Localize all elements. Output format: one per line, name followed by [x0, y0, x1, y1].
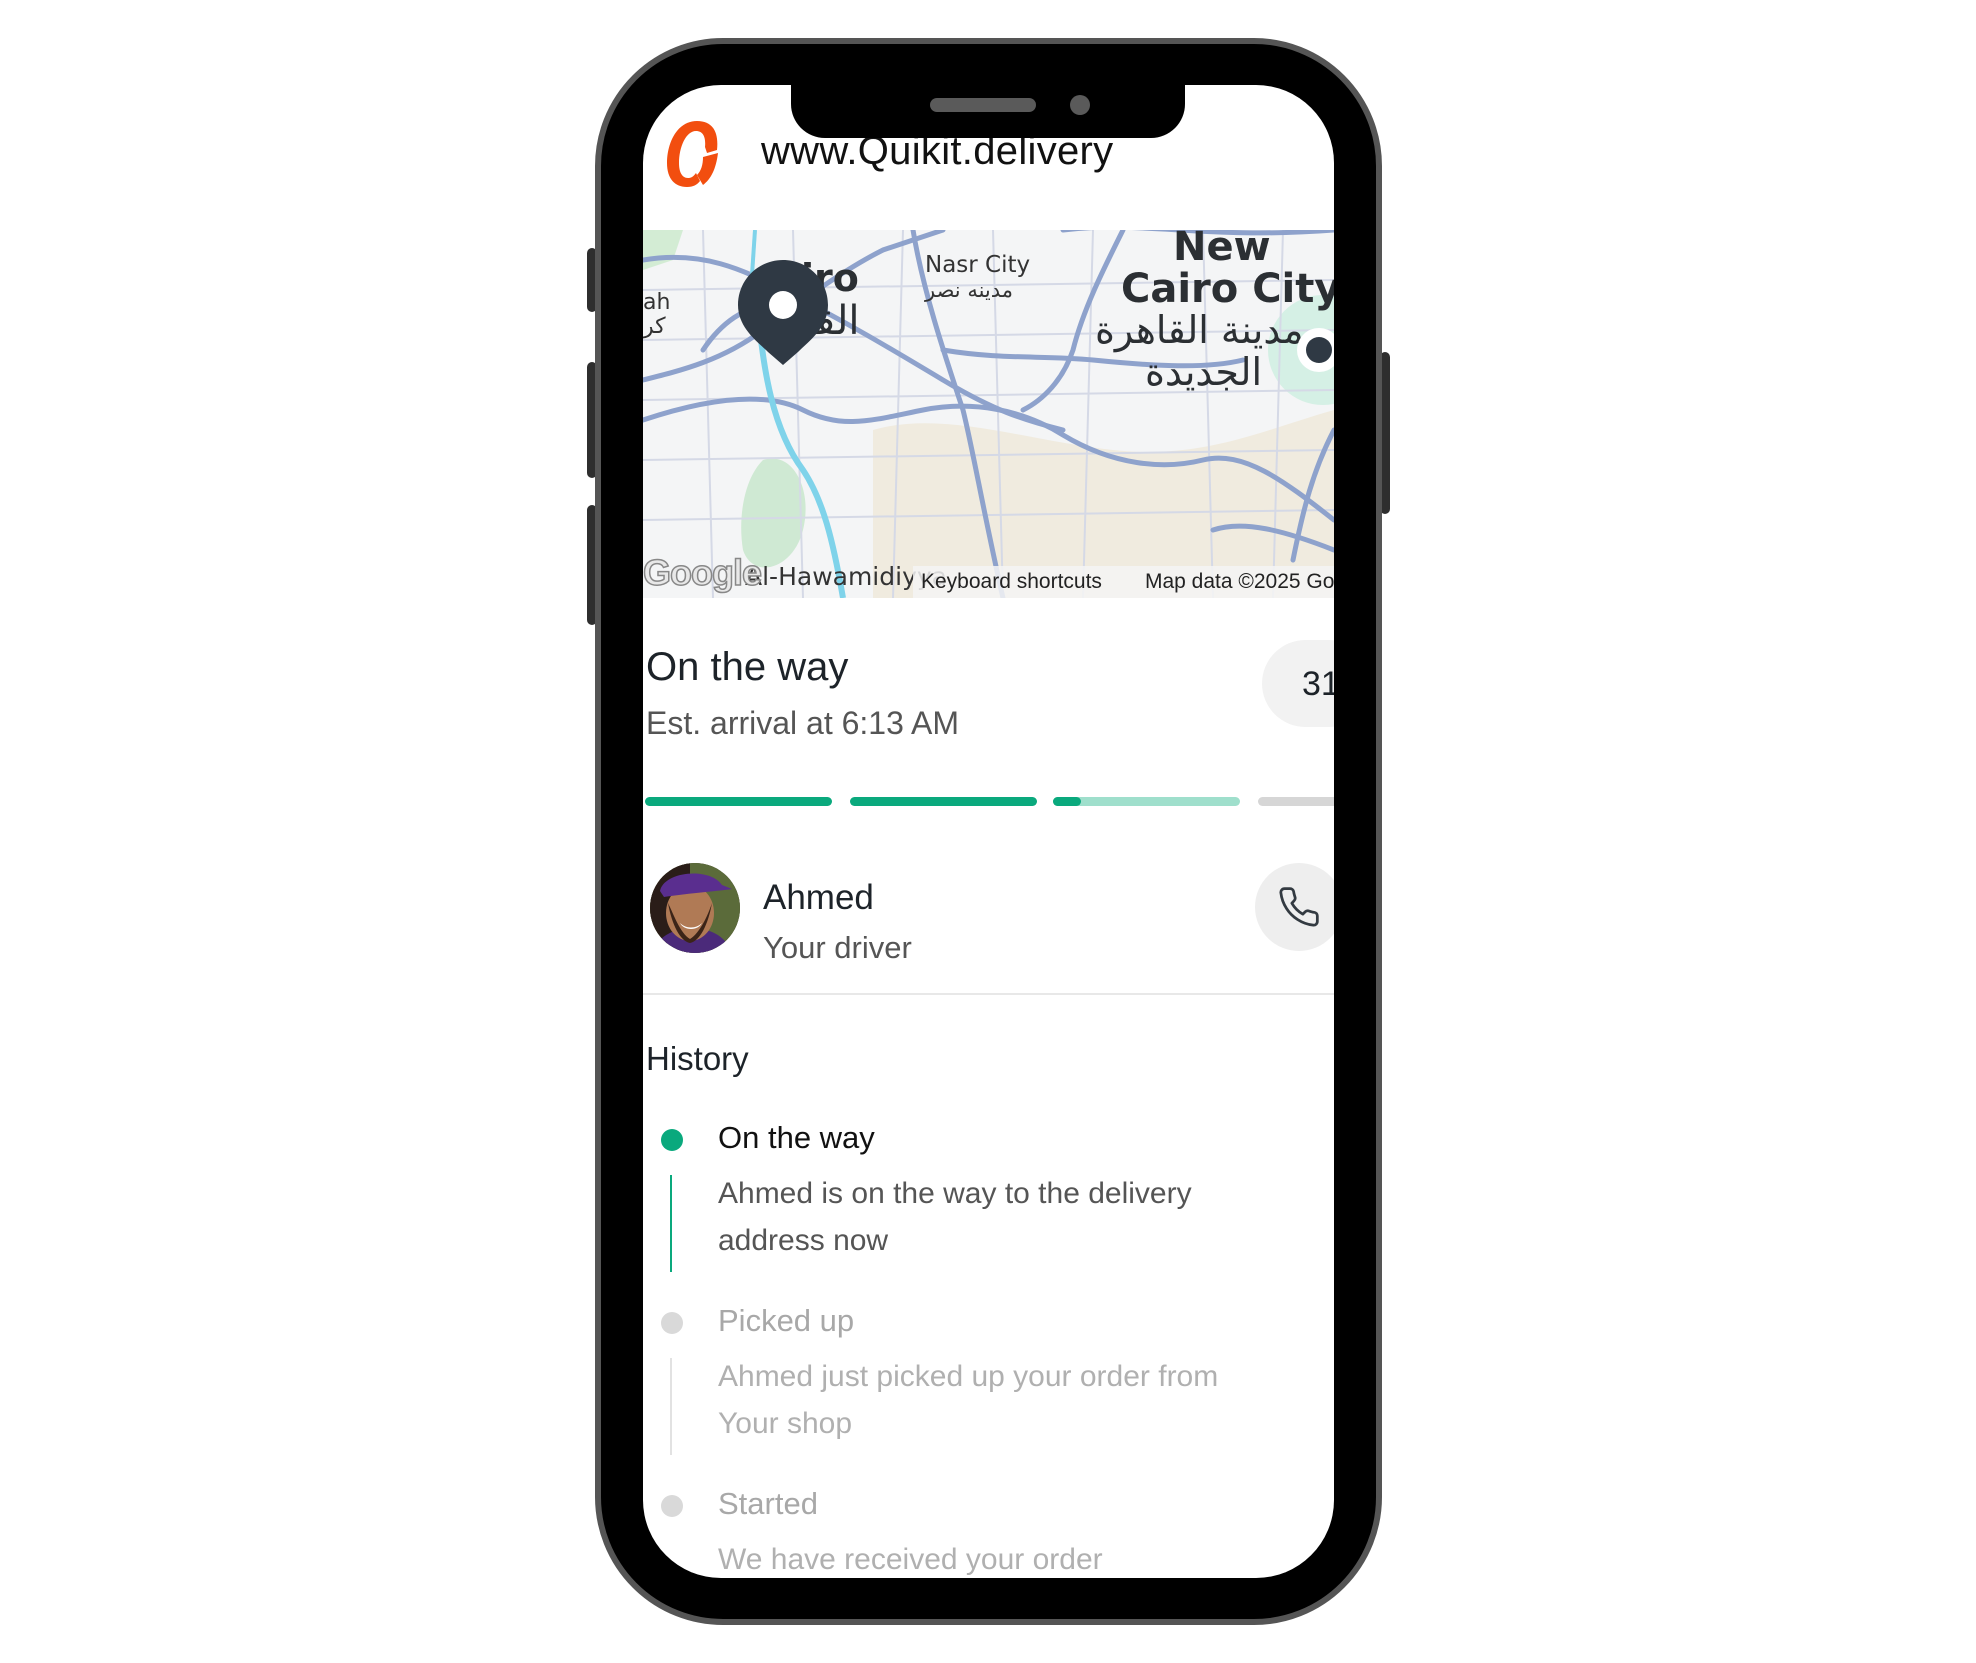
history-title: History [646, 1040, 749, 1077]
speaker-grille [930, 98, 1036, 112]
timeline-title-2: Picked up [718, 1303, 855, 1338]
driver-avatar [650, 863, 740, 953]
map-pin-icon[interactable] [738, 260, 828, 365]
timeline-desc-3: We have received your order [718, 1543, 1103, 1576]
delivery-status-title: On the way [646, 645, 849, 689]
driver-role: Your driver [763, 930, 912, 965]
eta-badge-value: 31 [1302, 665, 1334, 703]
timeline-line-2 [670, 1358, 672, 1455]
keyboard-shortcuts-link[interactable]: Keyboard shortcuts [921, 570, 1102, 594]
progress-segment-1 [645, 797, 832, 806]
map-label-new-cairo-1: New [1173, 230, 1271, 270]
timeline-title-1: On the way [718, 1120, 875, 1155]
timeline-dot-3 [661, 1495, 683, 1517]
map-data-attribution[interactable]: Map data ©2025 Go [1145, 570, 1334, 594]
phone-icon [1279, 887, 1319, 927]
phone-screen: www.Quikit.delivery ah كر iro Nasr City … [643, 85, 1334, 1578]
map-label-new-cairo-ar-2: الجديدة [1145, 350, 1263, 394]
phone-notch [791, 60, 1185, 138]
timeline-dot-1 [661, 1129, 683, 1151]
section-divider [643, 993, 1334, 995]
estimated-arrival: Est. arrival at 6:13 AM [646, 705, 960, 741]
destination-dot-icon[interactable] [1295, 326, 1334, 374]
map-label-new-cairo-2: Cairo City [1121, 266, 1334, 312]
progress-segment-3-fill [1053, 797, 1082, 806]
map-label-nasr-city-en: Nasr City [925, 252, 1031, 278]
driver-name: Ahmed [763, 878, 874, 917]
timeline-line-1 [670, 1175, 672, 1272]
progress-segment-2 [850, 797, 1037, 806]
timeline-dot-2 [661, 1312, 683, 1334]
front-camera [1070, 95, 1090, 115]
map-view[interactable]: ah كر iro القاهـ Nasr City مدينه نصر New… [643, 230, 1334, 598]
timeline-desc-2: Ahmed just picked up your order from You… [718, 1360, 1219, 1440]
quikit-logo-icon [663, 117, 719, 191]
timeline-desc-1: Ahmed is on the way to the delivery addr… [718, 1177, 1192, 1257]
map-label-nasr-city-ar: مدينه نصر [925, 278, 1014, 302]
map-label-giza-ar: كر [643, 314, 666, 339]
progress-segment-4 [1258, 797, 1334, 806]
timeline-title-3: Started [718, 1486, 818, 1521]
map-label-new-cairo-ar-1: مدينة القاهرة [1095, 308, 1304, 352]
eta-badge: 31 [1262, 640, 1334, 727]
google-logo[interactable]: Google [643, 551, 763, 594]
map-label-giza-en: ah [643, 290, 671, 315]
call-driver-button[interactable] [1255, 863, 1334, 951]
progress-segment-3 [1053, 797, 1240, 806]
